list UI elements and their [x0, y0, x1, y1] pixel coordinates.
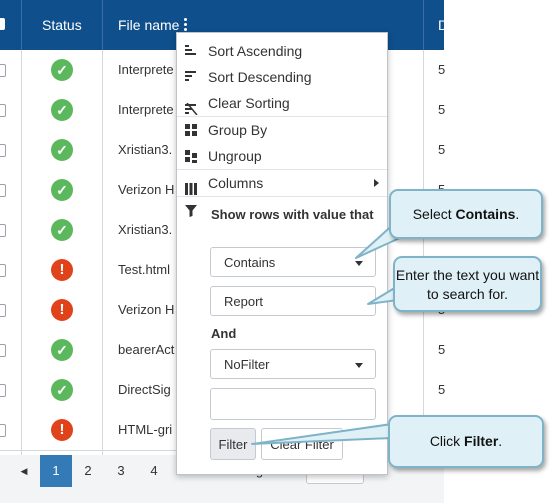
callout-text: . — [515, 206, 520, 222]
callout-text: Enter the text you want to search for. — [395, 267, 540, 302]
callout-bold-text: Contains — [455, 206, 516, 222]
callout-select-contains: Select Contains. — [389, 189, 543, 239]
callout-text: Click — [429, 433, 465, 449]
callout-bold-text: Filter — [464, 433, 499, 449]
callout-text: Select — [412, 206, 456, 222]
callout-text: . — [498, 433, 503, 449]
callout-enter-text: Enter the text you want to search for. — [393, 256, 542, 312]
callout-click-filter: Click Filter. — [388, 415, 544, 468]
